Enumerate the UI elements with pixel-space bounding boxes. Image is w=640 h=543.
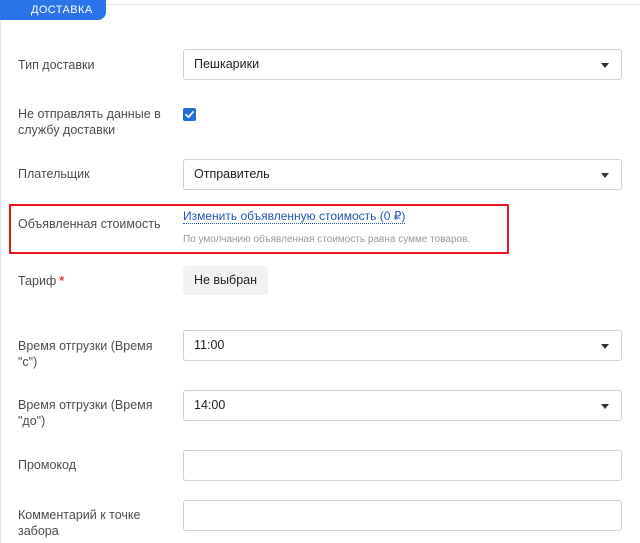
payer-label: Плательщик bbox=[18, 167, 90, 181]
promo-label: Промокод bbox=[18, 458, 77, 472]
no-send-label: Не отправлять данные в службу доставки bbox=[18, 106, 161, 138]
promo-input[interactable] bbox=[183, 450, 622, 481]
ship-time-to-label-line1: Время отгрузки (Время bbox=[18, 398, 153, 412]
declared-value-label: Объявленная стоимость bbox=[18, 217, 161, 231]
tariff-label: Тариф * bbox=[18, 273, 64, 289]
delivery-type-select[interactable]: Пешкарики bbox=[183, 49, 622, 80]
ship-time-from-value: 11:00 bbox=[194, 338, 225, 352]
check-icon bbox=[185, 111, 194, 119]
ship-time-from-label: Время отгрузки (Время "с") bbox=[18, 338, 153, 370]
tariff-label-text: Тариф bbox=[18, 274, 57, 288]
change-declared-value-link[interactable]: Изменить объявленную стоимость (0 ₽) bbox=[183, 209, 406, 224]
no-send-label-line2: службу доставки bbox=[18, 123, 116, 137]
declared-value-hint: По умолчанию объявленная стоимость равна… bbox=[183, 234, 471, 245]
no-send-checkbox[interactable] bbox=[183, 108, 196, 121]
ship-time-to-label: Время отгрузки (Время "до") bbox=[18, 397, 153, 429]
chevron-down-icon bbox=[601, 404, 609, 409]
tariff-select-button[interactable]: Не выбран bbox=[183, 266, 268, 295]
ship-time-from-label-line2: "с") bbox=[18, 355, 38, 369]
ship-time-from-select[interactable]: 11:00 bbox=[183, 330, 622, 361]
delivery-type-value: Пешкарики bbox=[194, 57, 260, 71]
ship-time-to-value: 14:00 bbox=[194, 398, 226, 412]
panel-border bbox=[0, 0, 1, 543]
comment-label: Комментарий к точке забора bbox=[18, 507, 140, 539]
chevron-down-icon bbox=[601, 63, 609, 68]
comment-label-line2: забора bbox=[18, 524, 59, 538]
section-title: ДОСТАВКА bbox=[0, 0, 106, 20]
comment-label-line1: Комментарий к точке bbox=[18, 508, 141, 522]
no-send-label-line1: Не отправлять данные в bbox=[18, 107, 161, 121]
ship-time-to-label-line2: "до") bbox=[18, 414, 46, 428]
payer-select[interactable]: Отправитель bbox=[183, 159, 622, 190]
required-mark: * bbox=[59, 274, 65, 288]
ship-time-from-label-line1: Время отгрузки (Время bbox=[18, 339, 153, 353]
chevron-down-icon bbox=[601, 344, 609, 349]
payer-value: Отправитель bbox=[194, 167, 270, 181]
ship-time-to-select[interactable]: 14:00 bbox=[183, 390, 622, 421]
comment-input[interactable] bbox=[183, 500, 622, 531]
chevron-down-icon bbox=[601, 173, 609, 178]
panel-border-top bbox=[107, 4, 640, 5]
delivery-type-label: Тип доставки bbox=[18, 58, 95, 72]
